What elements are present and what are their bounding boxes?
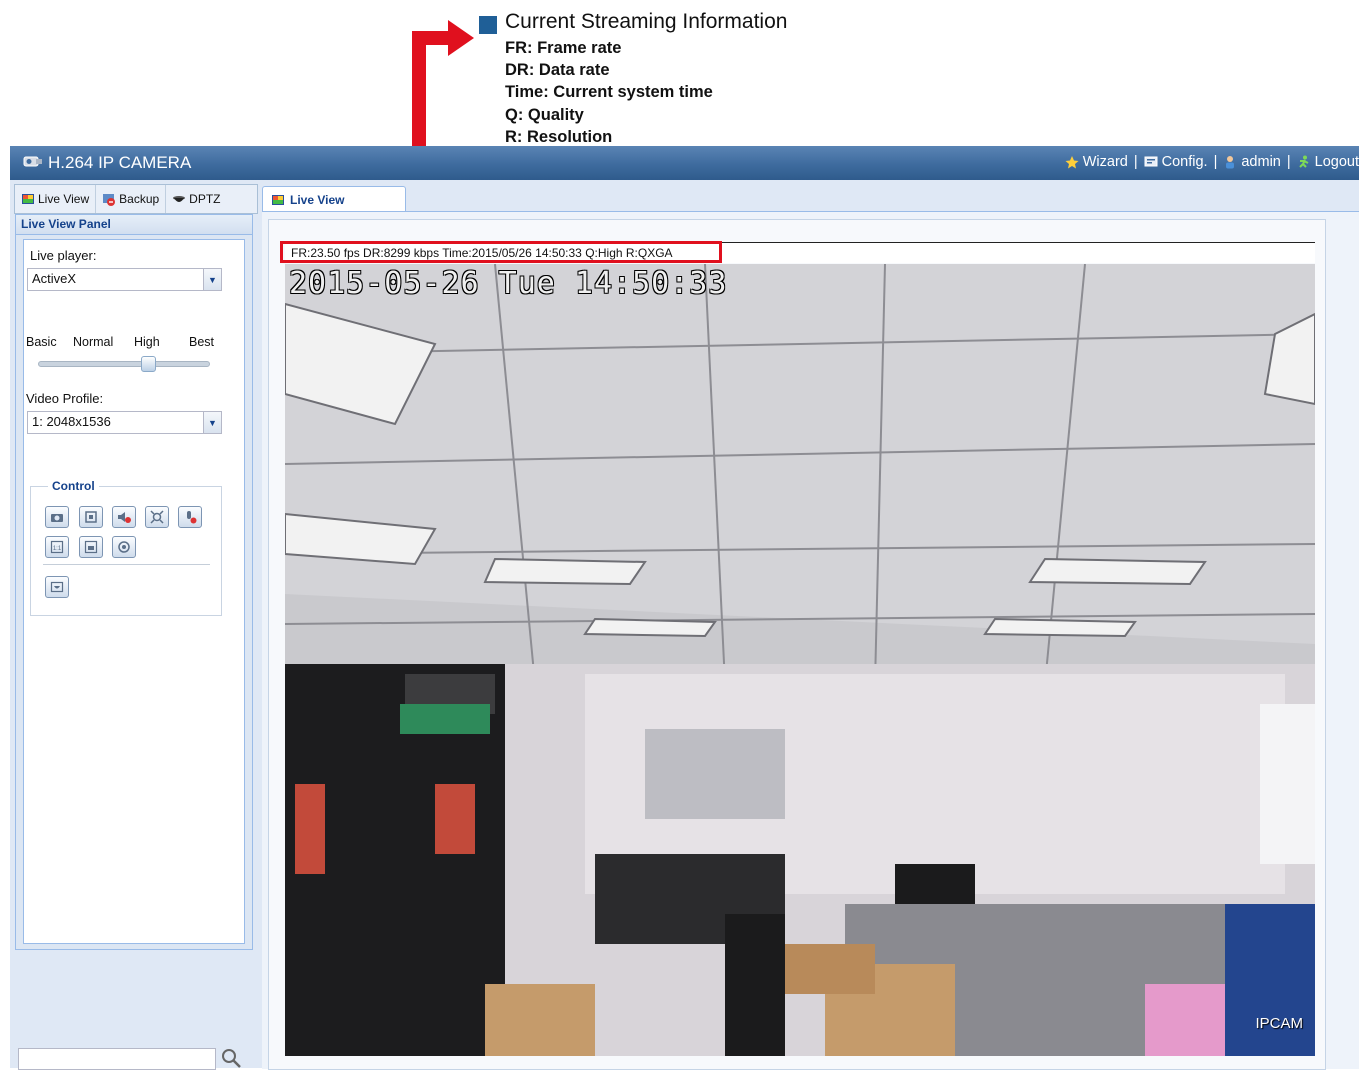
live-view-panel: Live View Panel Live player: ActiveX ▼ B…: [15, 214, 253, 950]
backup-icon: [103, 194, 116, 206]
search-input[interactable]: [18, 1048, 216, 1070]
original-size-button[interactable]: 1:1: [45, 536, 69, 558]
camera-logo-icon: [23, 156, 42, 167]
original-size-icon: 1:1: [50, 540, 64, 554]
search-icon[interactable]: [220, 1047, 242, 1069]
digital-zoom-button[interactable]: [145, 506, 169, 528]
panel-body: Live player: ActiveX ▼ Basic Normal High…: [23, 239, 245, 944]
logout-icon: [1298, 155, 1309, 168]
video-viewer: FR:23.50 fps DR:8299 kbps Time:2015/05/2…: [268, 219, 1326, 1070]
config-icon: [1144, 156, 1158, 167]
live-view-icon: [22, 194, 34, 204]
dptz-view-button[interactable]: [45, 576, 69, 598]
quality-slider-thumb[interactable]: [141, 356, 156, 372]
config-label: Config.: [1161, 154, 1208, 170]
ptz-icon: [118, 541, 130, 553]
office-camera-image: [285, 264, 1315, 1056]
live-player-value: ActiveX: [32, 271, 77, 286]
tab-label: Backup: [119, 192, 160, 206]
tab-label: DPTZ: [189, 192, 221, 206]
video-profile-select[interactable]: 1: 2048x1536 ▼: [27, 411, 222, 434]
stream-info-highlight: [280, 241, 722, 263]
logout-link[interactable]: Logout: [1297, 154, 1359, 170]
svg-text:1:1: 1:1: [53, 546, 62, 552]
wizard-icon: [1065, 156, 1079, 169]
chevron-down-icon[interactable]: ▼: [203, 269, 221, 290]
callout-line: Q: Quality: [505, 105, 584, 124]
quality-normal: Normal: [73, 335, 114, 349]
quality-best: Best: [189, 335, 215, 349]
nav-separator: |: [1213, 154, 1218, 170]
config-link[interactable]: Config.: [1144, 154, 1208, 170]
fullscreen-button[interactable]: [79, 506, 103, 528]
top-nav: Wizard | Config. | admin | Logout: [1065, 154, 1359, 170]
callout-lines: FR: Frame rate DR: Data rate Time: Curre…: [505, 37, 713, 148]
main-area: Live View FR:23.50 fps DR:8299 kbps Time…: [262, 180, 1359, 1070]
user-icon: [1226, 156, 1235, 169]
callout-line: FR: Frame rate: [505, 39, 622, 57]
quality-basic: Basic: [26, 335, 57, 349]
control-legend: Control: [48, 479, 99, 493]
live-view-icon: [272, 194, 284, 205]
tab-backup[interactable]: Backup: [95, 185, 165, 213]
wizard-link[interactable]: Wizard: [1065, 154, 1128, 170]
quality-high: High: [134, 335, 160, 349]
tab-label: Live View: [38, 192, 90, 206]
app-header: H.264 IP CAMERA Wizard | Config. | admin…: [10, 146, 1359, 180]
audio-mute-button[interactable]: [112, 506, 136, 528]
logout-label: Logout: [1314, 154, 1359, 170]
panel-title: Live View Panel: [16, 215, 252, 235]
left-sidebar: Live View Backup DPTZ Live View Panel Li…: [10, 180, 262, 1070]
ptz-button[interactable]: [112, 536, 136, 558]
audio-mute-icon: [118, 512, 131, 523]
callout-line: Time: Current system time: [505, 83, 713, 102]
microphone-mute-button[interactable]: [178, 506, 202, 528]
user-label: admin: [1241, 154, 1281, 170]
fullscreen-icon: [85, 511, 97, 523]
wizard-label: Wizard: [1082, 154, 1128, 170]
tab-live-view-main[interactable]: Live View: [262, 186, 406, 212]
live-player-label: Live player:: [30, 248, 97, 263]
microphone-mute-icon: [187, 511, 197, 524]
callout-line: R: Resolution: [505, 127, 613, 146]
video-profile-label: Video Profile:: [26, 391, 104, 406]
digital-zoom-icon: [150, 510, 164, 524]
left-tab-strip: Live View Backup DPTZ: [14, 184, 258, 214]
main-body: FR:23.50 fps DR:8299 kbps Time:2015/05/2…: [262, 211, 1359, 1070]
fit-window-button[interactable]: [79, 536, 103, 558]
snapshot-button[interactable]: [45, 506, 69, 528]
live-player-select[interactable]: ActiveX ▼: [27, 268, 222, 291]
snapshot-icon: [51, 514, 63, 522]
video-profile-value: 1: 2048x1536: [32, 414, 111, 429]
tab-live-view[interactable]: Live View: [15, 185, 95, 213]
control-divider: [43, 564, 210, 565]
dptz-view-icon: [50, 581, 64, 593]
user-link[interactable]: admin: [1223, 154, 1281, 170]
dome-camera-icon: [173, 196, 186, 202]
live-video[interactable]: 2015-05-26 Tue 14:50:33 IPCAM: [285, 264, 1315, 1056]
fit-window-icon: [84, 540, 98, 554]
quality-slider-track[interactable]: [38, 361, 210, 367]
tab-label: Live View: [290, 192, 345, 207]
app-title: H.264 IP CAMERA: [48, 153, 192, 172]
callout-title: Current Streaming Information: [505, 10, 788, 33]
control-group: Control 1:1: [30, 479, 222, 616]
nav-separator: |: [1133, 154, 1138, 170]
camera-watermark: IPCAM: [1255, 1015, 1303, 1032]
nav-separator: |: [1286, 154, 1291, 170]
osd-timestamp: 2015-05-26 Tue 14:50:33: [289, 266, 728, 301]
legend-square-icon: [479, 16, 497, 34]
chevron-down-icon[interactable]: ▼: [203, 412, 221, 433]
tab-dptz[interactable]: DPTZ: [165, 185, 226, 213]
callout-line: DR: Data rate: [505, 61, 610, 80]
